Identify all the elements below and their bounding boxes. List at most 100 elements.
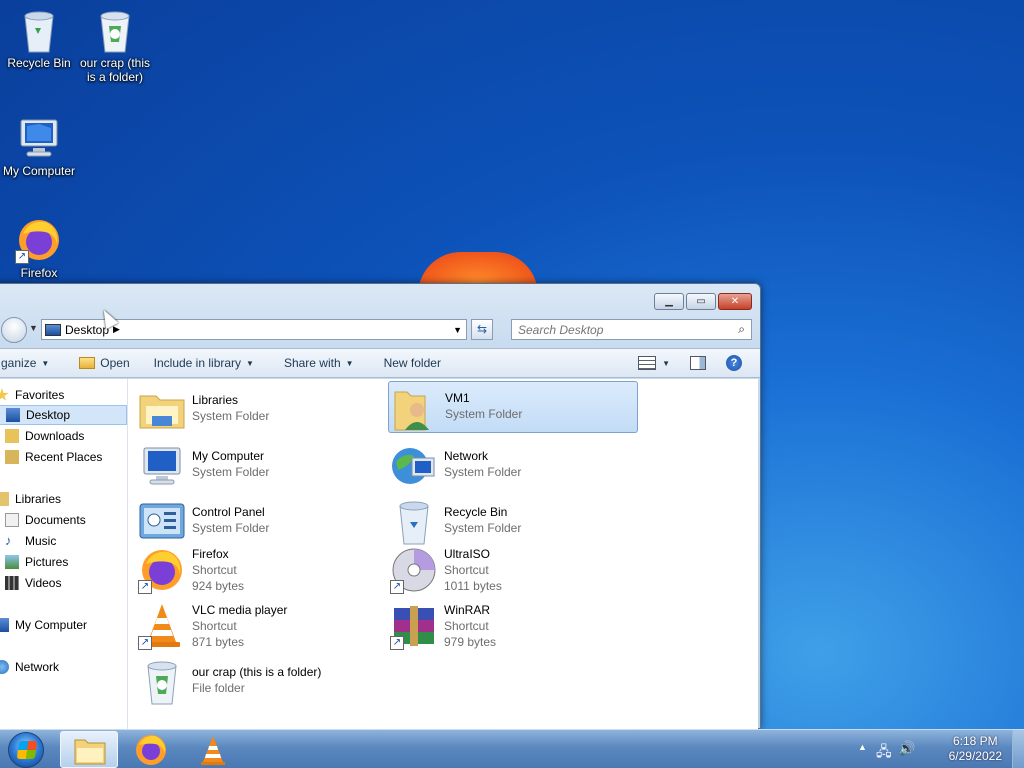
nav-pictures[interactable]: Pictures (0, 552, 128, 572)
desktop-icon-my-computer[interactable]: My Computer (0, 114, 78, 178)
explorer-window[interactable]: ▁ ▭ ✕ ▼ Desktop ▶ ▼ ⇆ ⌕ ganize ▼ Open In… (0, 283, 761, 729)
show-hidden-icons-icon[interactable]: ▲ (858, 742, 867, 752)
address-location-text[interactable]: Desktop (65, 323, 109, 337)
file-item-my-computer[interactable]: My Computer System Folder (136, 440, 386, 492)
maximize-button[interactable]: ▭ (686, 293, 716, 310)
taskbar-firefox-button[interactable] (122, 731, 180, 768)
taskbar: ▲ 🖧 🔊 6:18 PM 6/29/2022 (0, 729, 1024, 768)
command-bar: ganize ▼ Open Include in library ▼ Share… (0, 348, 760, 378)
file-type: System Folder (192, 409, 270, 423)
winrar-icon: ↗ (390, 602, 438, 650)
recycle-bin-icon (390, 498, 438, 546)
taskbar-explorer-button[interactable] (60, 731, 118, 768)
nav-label: Libraries (15, 492, 62, 506)
nav-label: Pictures (25, 555, 69, 569)
show-desktop-button[interactable] (1012, 730, 1024, 768)
firefox-icon: ↗ (15, 216, 63, 264)
breadcrumb-chevron-icon[interactable]: ▶ (113, 324, 120, 335)
nav-label: My Computer (15, 618, 88, 632)
organize-button[interactable]: ganize ▼ (1, 356, 49, 370)
file-size: 924 bytes (192, 579, 245, 593)
close-button[interactable]: ✕ (718, 293, 752, 310)
search-icon[interactable]: ⌕ (738, 322, 745, 337)
file-type: File folder (192, 681, 245, 695)
firefox-icon (136, 735, 166, 765)
clock[interactable]: 6:18 PM 6/29/2022 (949, 734, 1002, 764)
content-area: Favorites Desktop Downloads Recent Place… (0, 379, 758, 729)
network-status-icon[interactable]: 🖧 (876, 741, 892, 765)
file-type: System Folder (192, 521, 270, 535)
nav-music[interactable]: ♪ Music (0, 531, 128, 551)
file-item-our-crap-folder[interactable]: our crap (this is a folder) File folder (136, 656, 386, 708)
file-item-vm1[interactable]: VM1 System Folder (388, 381, 638, 433)
file-item-ultraiso[interactable]: ↗ UltraISO Shortcut 1011 bytes (388, 544, 638, 596)
file-name: VM1 (445, 391, 470, 405)
file-item-recycle-bin[interactable]: Recycle Bin System Folder (388, 496, 638, 548)
views-icon (638, 356, 657, 370)
volume-icon[interactable]: 🔊 (898, 740, 915, 757)
share-with-button[interactable]: Share with ▼ (284, 356, 354, 370)
nav-label: Documents (25, 513, 86, 527)
address-dropdown-icon[interactable]: ▼ (453, 325, 462, 335)
open-button[interactable]: Open (79, 356, 130, 370)
file-name: Libraries (192, 393, 239, 407)
back-button[interactable] (1, 317, 27, 343)
help-icon[interactable]: ? (726, 355, 742, 371)
new-folder-label: New folder (383, 356, 441, 370)
taskbar-vlc-button[interactable] (184, 731, 242, 768)
desktop-icon-our-crap[interactable]: our crap (this is a folder) (76, 6, 154, 84)
minimize-button[interactable]: ▁ (654, 293, 684, 310)
file-name: Network (444, 449, 489, 463)
nav-videos[interactable]: Videos (0, 573, 128, 593)
new-folder-button[interactable]: New folder (384, 356, 441, 370)
file-item-libraries[interactable]: Libraries System Folder (136, 384, 386, 436)
shortcut-arrow-icon: ↗ (138, 636, 152, 650)
chevron-down-icon: ▼ (41, 358, 50, 368)
star-icon (0, 388, 9, 401)
nav-libraries[interactable]: Libraries (0, 489, 128, 509)
start-button[interactable] (8, 732, 44, 768)
desktop-icon-label: our crap (this is a folder) (79, 56, 151, 84)
nav-label: Network (15, 660, 60, 674)
nav-downloads[interactable]: Downloads (0, 426, 128, 446)
change-view-button[interactable]: ▼ (638, 356, 670, 370)
nav-documents[interactable]: Documents (0, 510, 128, 530)
file-type: Shortcut (444, 619, 489, 633)
explorer-folder-icon (74, 739, 106, 765)
include-in-library-button[interactable]: Include in library ▼ (154, 356, 254, 370)
nav-my-computer[interactable]: My Computer (0, 615, 128, 635)
desktop-icon (6, 408, 20, 422)
desktop-icon-recycle-bin[interactable]: Recycle Bin (0, 6, 78, 70)
file-name: Control Panel (192, 505, 265, 519)
documents-icon (5, 513, 19, 527)
nav-favorites[interactable]: Favorites (0, 385, 128, 405)
file-item-control-panel[interactable]: Control Panel System Folder (136, 496, 386, 548)
vlc-cone-icon (201, 736, 225, 765)
search-box[interactable]: ⌕ (511, 319, 752, 340)
file-item-network[interactable]: Network System Folder (388, 440, 638, 492)
recent-pages-dropdown-icon[interactable]: ▼ (29, 323, 38, 333)
nav-desktop[interactable]: Desktop (0, 405, 127, 425)
nav-recent-places[interactable]: Recent Places (0, 447, 128, 467)
chevron-down-icon: ▼ (345, 358, 354, 368)
file-item-firefox[interactable]: ↗ Firefox Shortcut 924 bytes (136, 544, 386, 596)
refresh-button[interactable]: ⇆ (471, 319, 493, 340)
search-input[interactable] (518, 322, 728, 337)
music-icon: ♪ (5, 533, 12, 548)
file-item-vlc[interactable]: ↗ VLC media player Shortcut 871 bytes (136, 600, 386, 652)
file-type: System Folder (445, 407, 523, 421)
nav-label: Music (25, 534, 57, 548)
file-list: Libraries System Folder VM1 System Folde… (131, 379, 751, 729)
open-label: Open (100, 356, 130, 370)
control-panel-icon (138, 498, 186, 546)
pictures-icon (5, 555, 19, 569)
nav-network[interactable]: Network (0, 657, 128, 677)
file-type: System Folder (444, 521, 522, 535)
file-item-winrar[interactable]: ↗ WinRAR Shortcut 979 bytes (388, 600, 638, 652)
firefox-icon: ↗ (138, 546, 186, 594)
file-size: 979 bytes (444, 635, 497, 649)
computer-icon (0, 618, 9, 632)
preview-pane-icon[interactable] (690, 356, 706, 370)
shortcut-arrow-icon: ↗ (390, 636, 404, 650)
desktop-icon-firefox[interactable]: ↗ Firefox (0, 216, 78, 280)
